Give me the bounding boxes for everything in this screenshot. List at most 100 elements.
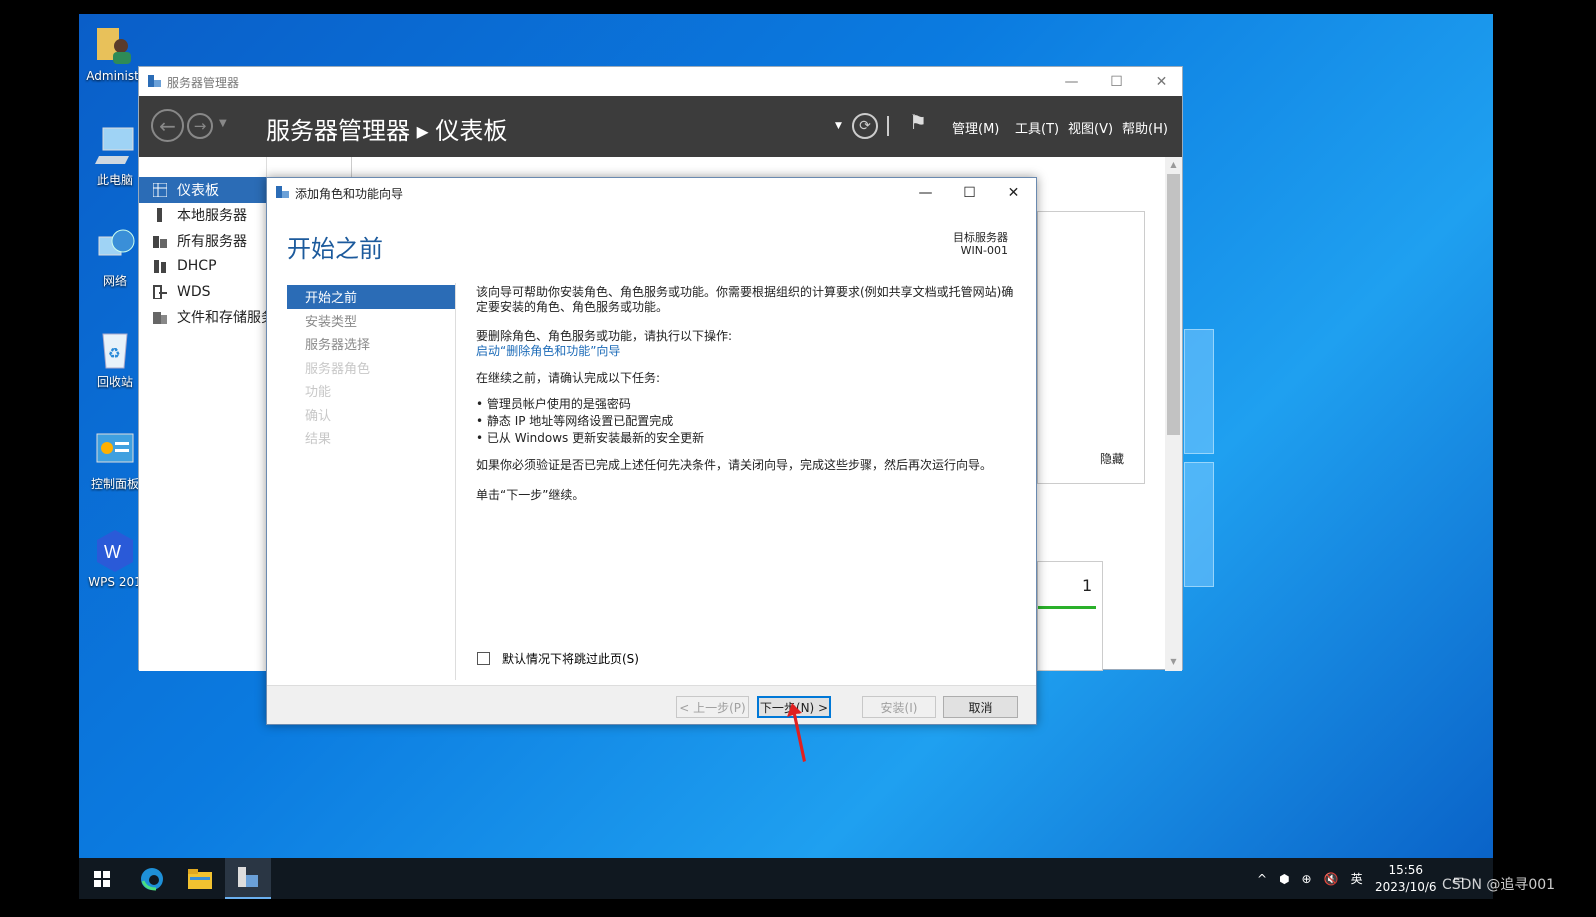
wizard-titlebar: 添加角色和功能向导 — ☐ ✕ — [267, 178, 1036, 207]
svg-text:W: W — [104, 542, 121, 562]
menu-help[interactable]: 帮助(H) — [1122, 118, 1168, 137]
control-panel-icon — [95, 430, 135, 472]
server-manager-icon — [238, 866, 258, 887]
computer-icon — [95, 126, 135, 168]
bullet-item: • 管理员帐户使用的是强密码 — [476, 397, 631, 411]
wizard-content: 该向导可帮助你安装角色、角色服务或功能。你需要根据组织的计算要求(例如共享文档或… — [476, 285, 1021, 503]
server-manager-sidebar: 仪表板 本地服务器 所有服务器 DHCP WDS 文件和存储服务 — [139, 157, 275, 671]
step-before-you-begin[interactable]: 开始之前 — [287, 285, 455, 309]
edge-taskbar-button[interactable] — [129, 858, 175, 899]
back-arrow-icon[interactable]: ← — [151, 109, 184, 142]
volume-muted-icon[interactable]: 🔇 — [1324, 872, 1339, 886]
hide-link[interactable]: 隐藏 — [1100, 450, 1124, 467]
clock-time: 15:56 — [1388, 862, 1424, 877]
storage-icon — [153, 310, 167, 325]
network-tray-icon[interactable]: ⊕ — [1302, 872, 1312, 886]
forward-arrow-icon[interactable]: → — [187, 113, 213, 139]
network-icon — [95, 227, 135, 269]
install-button[interactable]: 安装(I) — [862, 696, 936, 718]
sidebar-item-file-storage[interactable]: 文件和存储服务 — [139, 305, 275, 331]
previous-button[interactable]: < 上一步(P) — [676, 696, 749, 718]
menu-tools[interactable]: 工具(T) — [1015, 118, 1059, 137]
ime-indicator[interactable]: 英 — [1351, 870, 1363, 887]
start-button[interactable] — [79, 858, 125, 899]
folder-icon — [188, 868, 212, 889]
sidebar-item-all-servers[interactable]: 所有服务器 — [139, 228, 266, 254]
skip-page-checkbox[interactable] — [477, 652, 490, 665]
breadcrumb: 服务器管理器 ▸ 仪表板 — [266, 118, 508, 145]
servers-icon — [153, 234, 167, 248]
scroll-up-icon[interactable]: ▲ — [1165, 160, 1182, 169]
skip-page-option[interactable]: 默认情况下将跳过此页(S) — [477, 650, 639, 667]
wps-icon: W — [95, 530, 135, 572]
wds-icon — [153, 284, 167, 300]
welcome-tile: 隐藏 — [1037, 211, 1145, 484]
step-features: 功能 — [305, 385, 332, 401]
clock-date: 2023/10/6 — [1375, 879, 1437, 894]
target-server-name: WIN-001 — [960, 244, 1008, 257]
cancel-button[interactable]: 取消 — [943, 696, 1018, 718]
sidebar-item-dashboard[interactable]: 仪表板 — [139, 177, 266, 203]
history-dropdown-icon[interactable]: ▼ — [219, 118, 227, 129]
clock[interactable]: 15:56 2023/10/6 — [1375, 858, 1437, 899]
target-server-label: 目标服务器 — [953, 231, 1008, 244]
status-bar — [1038, 606, 1096, 609]
annotation-arrow-icon — [787, 703, 806, 762]
role-tile[interactable]: 1 — [1037, 561, 1103, 671]
wallpaper-logo — [1184, 329, 1214, 454]
scrollbar[interactable]: ▲ ▼ — [1165, 157, 1182, 671]
scroll-down-icon[interactable]: ▼ — [1165, 657, 1182, 666]
wizard-maximize-button[interactable]: ☐ — [947, 178, 992, 207]
show-hidden-icons-icon[interactable]: ^ — [1257, 872, 1267, 886]
before-text: 在继续之前，请确认完成以下任务: — [476, 371, 661, 385]
wallpaper-logo — [1184, 462, 1214, 587]
refresh-icon[interactable]: ⟳ — [852, 113, 878, 139]
remove-roles-link[interactable]: 启动“删除角色和功能”向导 — [476, 344, 1021, 359]
remove-text: 要删除角色、角色服务或功能，请执行以下操作: — [476, 329, 733, 343]
menu-view[interactable]: 视图(V) — [1068, 118, 1113, 137]
wizard-steps: 开始之前 安装类型 服务器选择 服务器角色 功能 确认 结果 — [287, 285, 455, 450]
tile-count: 1 — [1082, 576, 1093, 595]
wizard-title: 添加角色和功能向导 — [295, 187, 404, 201]
continue-text: 单击“下一步”继续。 — [476, 488, 585, 502]
window-title: 服务器管理器 — [167, 76, 240, 90]
add-roles-wizard: 添加角色和功能向导 — ☐ ✕ 开始之前 目标服务器 WIN-001 开始之前 … — [266, 177, 1037, 725]
file-explorer-taskbar-button[interactable] — [177, 858, 223, 899]
user-folder-icon — [95, 24, 135, 66]
pane-divider — [351, 157, 352, 177]
sidebar-item-dhcp[interactable]: DHCP — [139, 254, 266, 280]
recycle-bin-icon: ♻ — [95, 328, 135, 370]
menu-manage[interactable]: 管理(M) — [952, 118, 999, 137]
server-manager-titlebar: 服务器管理器 — ☐ ✕ — [139, 67, 1182, 96]
taskbar: ^ ⬢ ⊕ 🔇 英 15:56 2023/10/6 ▭ — [79, 858, 1493, 899]
dashboard-icon — [152, 182, 168, 198]
watermark: CSDN @追寻001 — [1442, 877, 1556, 893]
verify-text: 如果你必须验证是否已完成上述任何先决条件，请关闭向导，完成这些步骤，然后再次运行… — [476, 458, 993, 472]
wizard-close-button[interactable]: ✕ — [991, 178, 1036, 207]
dhcp-icon — [153, 259, 167, 274]
minimize-button[interactable]: — — [1049, 67, 1094, 96]
svg-text:♻: ♻ — [108, 346, 121, 362]
maximize-button[interactable]: ☐ — [1094, 67, 1139, 96]
separator — [887, 116, 889, 136]
system-tray: ^ ⬢ ⊕ 🔇 英 — [1257, 858, 1363, 899]
sidebar-item-wds[interactable]: WDS — [139, 279, 266, 305]
step-server-selection[interactable]: 服务器选择 — [287, 332, 455, 356]
notification-flag-icon[interactable]: ⚑ — [909, 110, 927, 134]
dropdown-icon[interactable]: ▼ — [835, 121, 842, 131]
server-manager-app-icon — [147, 74, 161, 88]
scrollbar-thumb[interactable] — [1167, 174, 1180, 435]
security-icon[interactable]: ⬢ — [1279, 872, 1289, 886]
step-server-roles: 服务器角色 — [305, 361, 371, 377]
windows-logo-icon — [94, 870, 110, 887]
wizard-minimize-button[interactable]: — — [903, 178, 948, 207]
intro-text: 该向导可帮助你安装角色、角色服务或功能。你需要根据组织的计算要求(例如共享文档或… — [476, 285, 1014, 314]
sidebar-item-local-server[interactable]: 本地服务器 — [139, 203, 266, 229]
close-button[interactable]: ✕ — [1139, 67, 1184, 96]
server-manager-taskbar-button[interactable] — [225, 858, 271, 899]
step-installation-type[interactable]: 安装类型 — [287, 309, 455, 333]
step-confirmation: 确认 — [305, 408, 332, 424]
edge-icon — [141, 867, 163, 890]
skip-page-label: 默认情况下将跳过此页(S) — [502, 652, 639, 666]
wizard-footer: < 上一步(P) 下一步(N) > 安装(I) 取消 — [267, 685, 1036, 724]
